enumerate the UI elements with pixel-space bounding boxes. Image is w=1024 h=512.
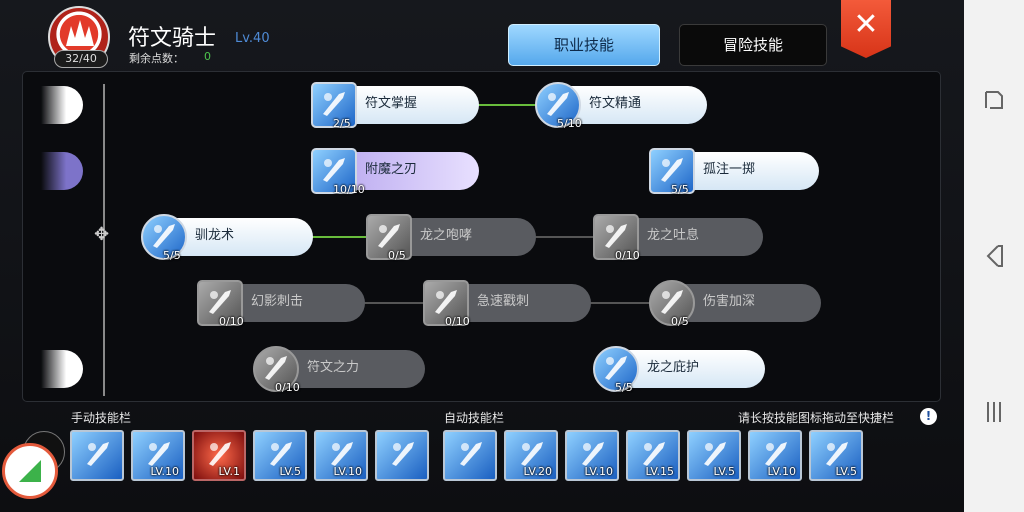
skill-slot[interactable] (70, 430, 124, 481)
skill-name: 伤害加深 (703, 294, 756, 309)
menu-button[interactable] (980, 398, 1008, 426)
skill-level: 5/5 (671, 183, 689, 196)
skill-link (527, 236, 599, 238)
slot-level: LV.10 (767, 465, 796, 478)
floating-assist-button[interactable] (2, 443, 58, 499)
info-icon[interactable]: ! (920, 408, 937, 425)
skill-slot[interactable]: LV.10 (131, 430, 185, 481)
skill-level: 0/10 (219, 315, 244, 328)
skill-screen: 32/40 符文骑士 Lv.40 剩余点数： 0 职业技能 冒险技能 ✕ ✥ 符… (0, 0, 964, 512)
tier-marker (41, 152, 83, 190)
skill-points-badge: 32/40 (54, 50, 108, 68)
skill-node[interactable]: 驯龙术 5/5 (141, 214, 313, 262)
skill-name: 符文之力 (307, 360, 360, 375)
skill-link (583, 302, 653, 304)
skill-node[interactable]: 龙之庇护 5/5 (593, 346, 765, 394)
skill-node[interactable]: 符文精通 5/10 (535, 82, 707, 130)
skill-slot[interactable]: LV.20 (504, 430, 558, 481)
class-name: 符文骑士 (128, 26, 217, 51)
skill-slot[interactable]: LV.1 (192, 430, 246, 481)
skill-node[interactable]: 伤害加深 0/5 (649, 280, 821, 328)
drag-hint: 请长按技能图标拖动至快捷栏 (738, 411, 895, 425)
skill-node[interactable]: 龙之吐息 0/10 (593, 214, 763, 262)
close-icon: ✕ (853, 7, 879, 42)
manual-bar-title: 手动技能栏 (71, 411, 132, 425)
skill-name: 龙之庇护 (647, 360, 700, 375)
skill-level: 5/5 (615, 381, 633, 394)
skill-level: 5/5 (163, 249, 181, 262)
skill-node[interactable]: 龙之咆哮 0/5 (366, 214, 536, 262)
skill-level: 0/5 (388, 249, 406, 262)
skill-name: 龙之吐息 (647, 228, 700, 243)
skill-slot[interactable]: LV.15 (626, 430, 680, 481)
skill-node[interactable]: 符文之力 0/10 (253, 346, 425, 394)
skill-name: 符文掌握 (365, 96, 418, 111)
skill-node[interactable]: 附魔之刃 10/10 (311, 148, 479, 196)
skill-node[interactable]: 孤注一掷 5/5 (649, 148, 819, 196)
skill-level: 0/10 (615, 249, 640, 262)
tab-adventure-skills[interactable]: 冒险技能 (679, 24, 827, 66)
skill-name: 幻影刺击 (251, 294, 304, 309)
remaining-points-value: 0 (204, 50, 211, 63)
slot-level: LV.5 (279, 465, 301, 478)
skill-slot[interactable]: LV.5 (253, 430, 307, 481)
slot-level: LV.15 (645, 465, 674, 478)
skill-slot[interactable]: LV.10 (748, 430, 802, 481)
skill-level: 0/10 (275, 381, 300, 394)
skill-name: 急速戳刺 (477, 294, 530, 309)
close-button[interactable]: ✕ (841, 0, 891, 58)
recents-icon (985, 91, 1003, 109)
skill-slot[interactable]: LV.5 (809, 430, 863, 481)
skill-slot[interactable] (375, 430, 429, 481)
skill-slot[interactable]: LV.10 (565, 430, 619, 481)
tab-class-skills[interactable]: 职业技能 (508, 24, 660, 66)
skill-node[interactable]: 急速戳刺 0/10 (423, 280, 591, 328)
system-nav-bar (964, 0, 1024, 512)
ornament-icon: ✥ (94, 224, 110, 245)
triangle-icon (19, 460, 41, 482)
skill-tree-panel: ✥ 符文掌握 2/5 符文精通 5/10 附魔之刃 10/10 孤注一掷 5/5… (22, 71, 941, 402)
slot-level: LV.10 (584, 465, 613, 478)
back-button[interactable] (980, 242, 1008, 270)
slot-level: LV.1 (218, 465, 240, 478)
slot-level: LV.10 (150, 465, 179, 478)
back-icon (986, 245, 1003, 267)
recents-button[interactable] (980, 86, 1008, 114)
slot-level: LV.5 (713, 465, 735, 478)
slot-level: LV.20 (523, 465, 552, 478)
skill-name: 龙之咆哮 (420, 228, 473, 243)
skill-slot[interactable] (443, 430, 497, 481)
skill-level: 0/5 (671, 315, 689, 328)
auto-bar-title: 自动技能栏 (444, 411, 505, 425)
skill-name: 附魔之刃 (365, 162, 418, 177)
skill-name: 驯龙术 (195, 228, 235, 243)
skill-link (306, 236, 370, 238)
slot-level: LV.5 (835, 465, 857, 478)
menu-lines-icon (987, 402, 1001, 422)
skill-slot[interactable]: LV.10 (314, 430, 368, 481)
skill-level: 5/10 (557, 117, 582, 130)
skill-level: 0/10 (445, 315, 470, 328)
skill-node[interactable]: 幻影刺击 0/10 (197, 280, 365, 328)
tier-marker (41, 350, 83, 388)
slot-level: LV.10 (333, 465, 362, 478)
skill-name: 孤注一掷 (703, 162, 756, 177)
skill-name: 符文精通 (589, 96, 642, 111)
crest-icon (66, 20, 94, 46)
skill-node[interactable]: 符文掌握 2/5 (311, 82, 479, 130)
remaining-points-label: 剩余点数： (129, 52, 184, 65)
skill-level: 10/10 (333, 183, 365, 196)
class-level: Lv.40 (235, 31, 270, 46)
skill-slot[interactable]: LV.5 (687, 430, 741, 481)
skill-link (357, 302, 427, 304)
tier-marker (41, 86, 83, 124)
skill-level: 2/5 (333, 117, 351, 130)
